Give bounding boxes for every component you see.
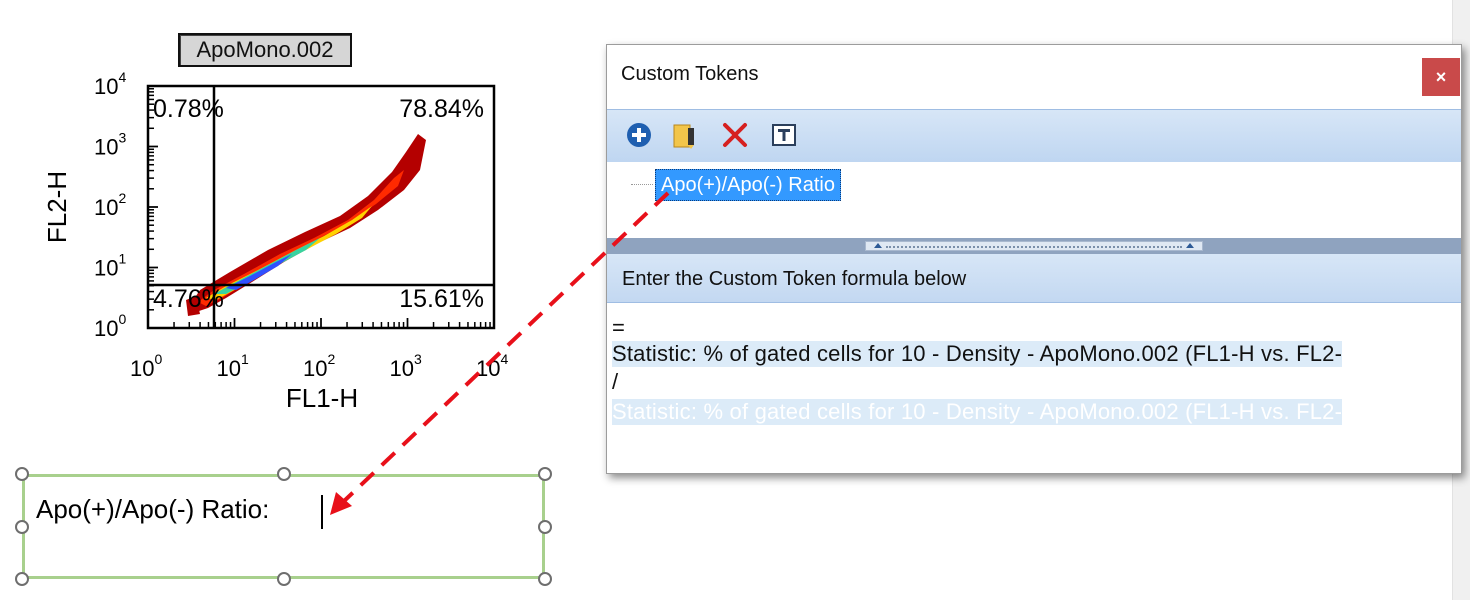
arrow-line <box>340 191 670 505</box>
annotation-arrow <box>330 191 670 515</box>
